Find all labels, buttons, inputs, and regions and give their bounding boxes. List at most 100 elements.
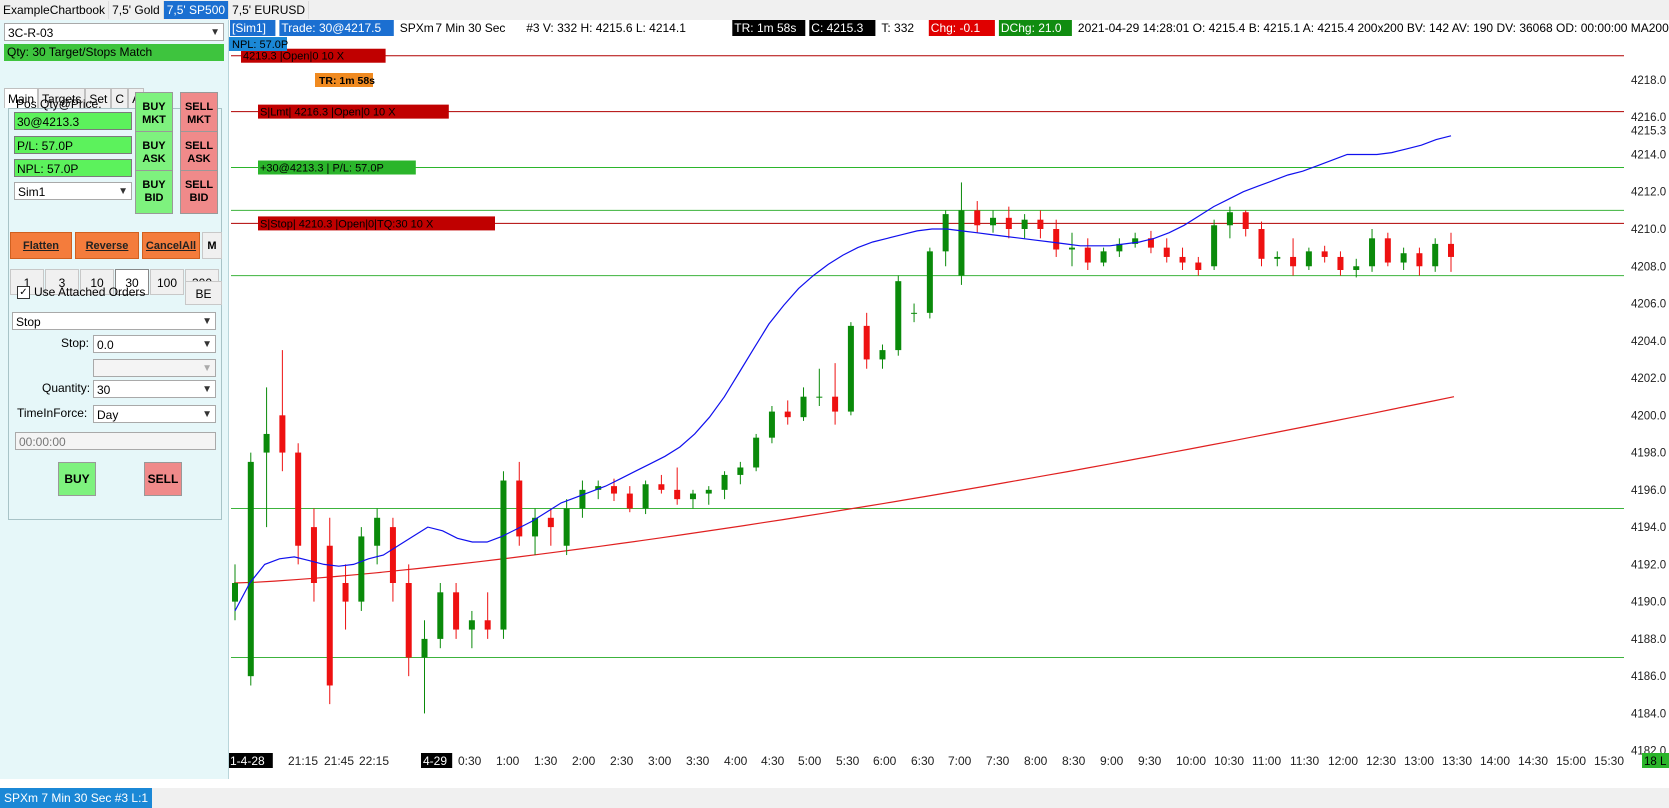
- buy-bid-button[interactable]: BUY BID: [135, 170, 173, 214]
- x-tick-label: 7:30: [986, 754, 1010, 768]
- candle-body: [389, 527, 396, 583]
- candle-body: [847, 325, 854, 412]
- m-button[interactable]: M: [202, 232, 222, 259]
- candle-body: [784, 411, 791, 418]
- chart-status-label: SPXm 7 Min 30 Sec #3 L:1: [0, 788, 153, 808]
- candle-body: [342, 583, 349, 602]
- buy-ask-button[interactable]: BUY ASK: [135, 131, 173, 175]
- pos-qty-label: Pos Qty@Price:: [16, 97, 102, 111]
- candle-body: [1179, 256, 1186, 263]
- flatten-button[interactable]: Flatten: [10, 232, 72, 259]
- candle-body: [832, 396, 839, 412]
- stop-price-field[interactable]: 0.0 ▼: [93, 335, 216, 353]
- candle-body: [705, 489, 712, 494]
- y-tick-label: 4216.0: [1631, 112, 1666, 124]
- header-segment-text: DChg: 21.0: [1001, 21, 1062, 35]
- candle-body: [1305, 251, 1312, 267]
- candle-body: [405, 583, 412, 658]
- candle-body: [753, 437, 760, 468]
- breakeven-button[interactable]: BE: [185, 281, 222, 305]
- x-tick-label: 13:00: [1404, 754, 1434, 768]
- chevron-down-icon: ▼: [202, 363, 212, 374]
- order-type-value: Stop: [16, 315, 41, 329]
- trade-status-bar: Qty: 30 Target/Stops Match: [4, 44, 224, 61]
- tr-tag: TR: 1m 58s: [319, 75, 375, 87]
- order-label: S|Lmt| 4216.3 |Open|0 10 X: [260, 107, 396, 119]
- secondary-price-field[interactable]: ▼: [93, 359, 216, 377]
- candle-body: [1163, 247, 1170, 257]
- status-bar: SPXm 7 Min 30 Sec #3 L:1: [0, 788, 1669, 808]
- header-segment-text: T: 332: [881, 21, 914, 35]
- price-chart[interactable]: [Sim1] Trade: 30@4217.5 SPXm 7 Min 30 Sec #3…: [228, 20, 1669, 779]
- header-segment-text: Trade: 30@4217.5: [281, 21, 381, 35]
- chevron-down-icon: ▼: [210, 27, 220, 38]
- chevron-down-icon: ▼: [118, 186, 128, 197]
- order-label: 4219.3 |Open|0 10 X: [243, 51, 345, 63]
- candle-body: [1274, 256, 1281, 259]
- candle-body: [942, 214, 949, 252]
- x-tick-label: 6:00: [873, 754, 897, 768]
- tab-sp500[interactable]: 7,5' SP500: [163, 1, 230, 19]
- ema-line: [234, 135, 1452, 612]
- tab-c[interactable]: C: [111, 88, 129, 108]
- cancel-all-button[interactable]: CancelAll: [142, 232, 200, 259]
- sell-bid-button[interactable]: SELL BID: [180, 170, 218, 214]
- x-tick-label: 2:00: [572, 754, 596, 768]
- sim-account-value: Sim1: [18, 185, 46, 199]
- x-tick-label: 4:30: [761, 754, 785, 768]
- x-tick-label: 3:30: [686, 754, 710, 768]
- x-tick-label: 15:00: [1556, 754, 1586, 768]
- sim-account-select[interactable]: Sim1 ▼: [14, 182, 132, 200]
- candle-body: [1226, 212, 1233, 226]
- x-tick-label: 8:00: [1024, 754, 1048, 768]
- time-in-force-select[interactable]: Day ▼: [93, 405, 216, 423]
- tab-examplechartbook[interactable]: ExampleChartbook: [0, 1, 110, 19]
- candle-body: [547, 517, 554, 528]
- quantity-label: Quantity:: [42, 381, 91, 395]
- candle-body: [689, 493, 696, 500]
- buy-market-button[interactable]: BUY MKT: [135, 92, 173, 136]
- chartbook-tabs: ExampleChartbook 7,5' Gold 7,5' SP500 7,…: [0, 0, 1669, 20]
- y-tick-label: 4200.0: [1631, 410, 1666, 422]
- candle-body: [737, 467, 744, 475]
- y-tick-label: 4196.0: [1631, 485, 1666, 497]
- candle-body: [1053, 229, 1060, 250]
- x-tick-label: 10:00: [1176, 754, 1206, 768]
- candle-body: [816, 396, 823, 398]
- candle-body: [895, 281, 902, 351]
- candle-body: [958, 210, 965, 276]
- sell-ask-button[interactable]: SELL ASK: [180, 131, 218, 175]
- candle-body: [1258, 229, 1265, 259]
- candle-body: [421, 638, 428, 658]
- candle-body: [232, 583, 238, 602]
- y-tick-label: 4198.0: [1631, 448, 1666, 460]
- candle-body: [1005, 217, 1012, 229]
- order-time-field[interactable]: 00:00:00: [15, 432, 216, 450]
- candle-body: [1384, 238, 1391, 263]
- candle-body: [1084, 247, 1091, 263]
- y-tick-label: 4212.0: [1631, 187, 1666, 199]
- x-tick-label: 6:30: [911, 754, 935, 768]
- quantity-field[interactable]: 30 ▼: [93, 380, 216, 398]
- y-tick-label: 4192.0: [1631, 559, 1666, 571]
- chevron-down-icon: ▼: [202, 316, 212, 327]
- candle-body: [1021, 219, 1028, 229]
- npl-tag: NPL: 57.0P: [232, 39, 288, 51]
- time-in-force-value: Day: [97, 408, 119, 422]
- use-attached-checkbox[interactable]: ✓: [17, 286, 30, 299]
- buy-button[interactable]: BUY: [58, 462, 96, 496]
- order-type-select[interactable]: Stop ▼: [12, 312, 216, 330]
- chart-region[interactable]: [Sim1] Trade: 30@4217.5 SPXm 7 Min 30 Sec #3…: [228, 20, 1669, 779]
- trade-account-select[interactable]: 3C-R-03 ▼: [4, 23, 224, 41]
- sell-market-button[interactable]: SELL MKT: [180, 92, 218, 136]
- tab-eurusd[interactable]: 7,5' EURUSD: [229, 1, 310, 19]
- candle-body: [247, 461, 254, 677]
- x-tick-label: 11:00: [1252, 754, 1281, 768]
- x-tick-label: 13:30: [1442, 754, 1472, 768]
- tab-gold[interactable]: 7,5' Gold: [109, 1, 164, 19]
- sell-button[interactable]: SELL: [144, 462, 182, 496]
- reverse-button[interactable]: Reverse: [75, 232, 139, 259]
- candle-body: [1321, 251, 1328, 257]
- qty-100-button[interactable]: 100: [150, 269, 184, 295]
- candle-body: [563, 508, 570, 546]
